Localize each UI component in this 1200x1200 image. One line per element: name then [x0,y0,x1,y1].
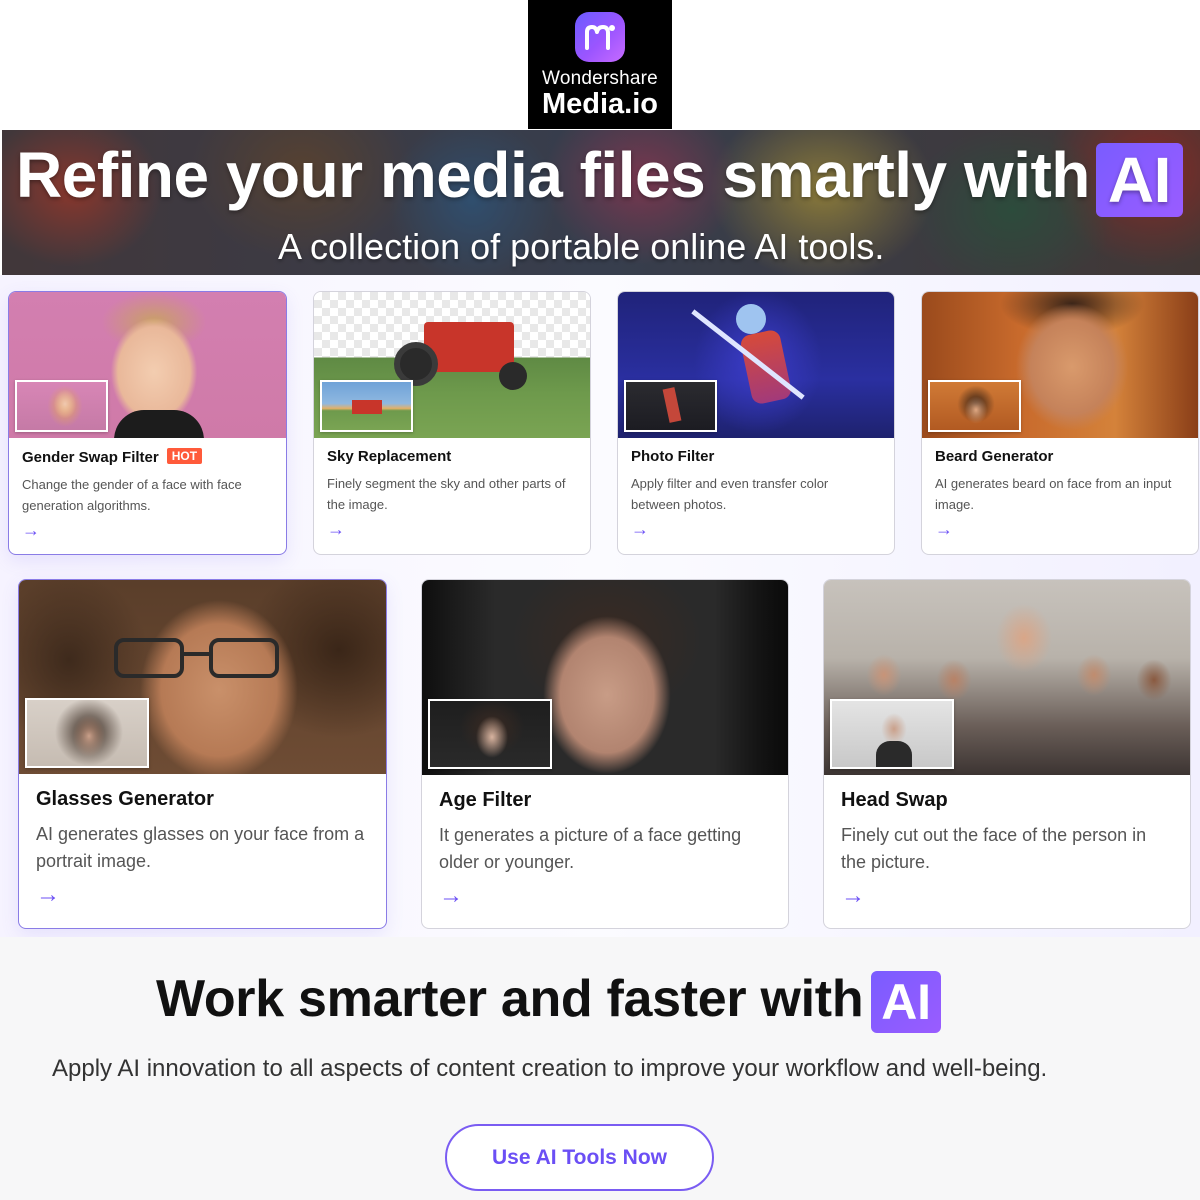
glasses-generator-preview-image [19,580,386,774]
hero-ai-badge: AI [1095,143,1183,218]
cta-subtitle: Apply AI innovation to all aspects of co… [52,1055,1048,1082]
tool-title: Gender Swap Filter [22,449,159,466]
arrow-right-icon[interactable]: → [327,519,577,540]
arrow-right-icon[interactable]: → [841,882,1173,910]
tool-description: AI generates glasses on your face from a… [36,824,365,871]
head-swap-thumbnail-image [830,699,954,769]
arrow-right-icon[interactable]: → [935,519,1185,540]
tool-card-beard-generator[interactable]: Beard Generator AI generates beard on fa… [921,291,1199,555]
hero-banner: Refine your media files smartly with AI A… [2,130,1200,275]
use-ai-tools-button[interactable]: Use AI Tools Now [445,1124,714,1191]
tool-title: Age Filter [439,789,532,811]
age-filter-thumbnail-image [428,699,552,769]
sky-replacement-thumbnail-image [320,380,413,432]
gender-swap-preview-image [9,292,286,438]
arrow-right-icon[interactable]: → [36,881,369,909]
sky-replacement-preview-image [314,292,590,438]
beard-generator-preview-image [922,292,1198,438]
tool-description: Change the gender of a face with face ge… [22,477,242,513]
brand-name-line2: Media.io [541,88,658,120]
tool-card-age-filter[interactable]: Age Filter It generates a picture of a f… [421,579,789,929]
tool-card-gender-swap[interactable]: Gender Swap Filter HOT Change the gender … [8,291,287,555]
arrow-right-icon[interactable]: → [22,520,273,541]
arrow-right-icon[interactable]: → [439,882,771,910]
tool-description: AI generates beard on face from an input… [935,476,1172,512]
arrow-right-icon[interactable]: → [631,519,881,540]
hero-subtitle: A collection of portable online AI tools… [278,226,885,267]
photo-filter-preview-image [618,292,894,438]
gender-swap-thumbnail-image [15,380,108,432]
tool-title: Beard Generator [935,448,1054,465]
brand-name-line1: Wondershare [542,68,658,89]
tool-title: Glasses Generator [36,788,214,810]
photo-filter-thumbnail-image [624,380,717,432]
tool-description: It generates a picture of a face getting… [439,825,742,872]
cta-title-text: Work smarter and faster with [156,970,864,1028]
hot-badge: HOT [166,448,203,464]
media-io-logo-icon [575,12,625,62]
tool-card-glasses-generator[interactable]: Glasses Generator AI generates glasses o… [18,579,387,929]
tool-description: Apply filter and even transfer color bet… [631,476,829,512]
tool-title: Sky Replacement [327,448,452,465]
brand-logo[interactable]: Wondershare Media.io [528,0,672,129]
tool-card-photo-filter[interactable]: Photo Filter Apply filter and even trans… [617,291,895,555]
tool-title: Head Swap [841,789,948,811]
hero-title-text: Refine your media files smartly with [16,139,1090,211]
tool-card-head-swap[interactable]: Head Swap Finely cut out the face of the… [823,579,1191,929]
tool-title: Photo Filter [631,448,715,465]
glasses-generator-thumbnail-image [25,698,149,768]
age-filter-preview-image [422,580,788,775]
cta-ai-badge: AI [871,971,941,1034]
cta-title: Work smarter and faster with AI [156,969,941,1034]
tool-card-sky-replacement[interactable]: Sky Replacement Finely segment the sky a… [313,291,591,555]
cta-section: Work smarter and faster with AI Apply AI … [0,937,1200,1200]
hero-title: Refine your media files smartly with AI [16,138,1183,218]
tool-description: Finely cut out the face of the person in… [841,825,1147,872]
beard-generator-thumbnail-image [928,380,1021,432]
head-swap-preview-image [824,580,1190,775]
tool-description: Finely segment the sky and other parts o… [327,476,566,512]
